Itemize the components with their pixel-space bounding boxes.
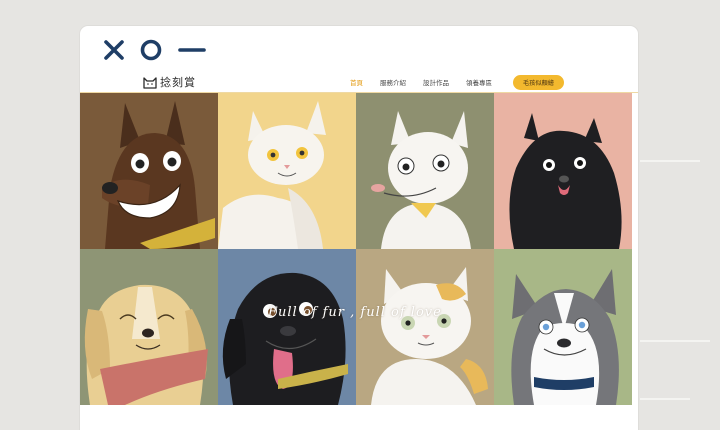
background-stroke (640, 160, 700, 162)
black-pomeranian-icon (494, 93, 632, 249)
browser-window: 捻刻賞 首頁 服務介紹 設計作品 領養專區 毛孩似顏繪 Full of fur … (80, 26, 638, 430)
hero-tagline: Full of fur , full of love (268, 305, 442, 320)
background-stroke (640, 340, 710, 342)
page-below-fold (80, 405, 638, 430)
hero-pet-grid: Full of fur , full of love (80, 93, 638, 405)
pet-tile-black-labrador (218, 249, 356, 405)
main-nav: 首頁 服務介紹 設計作品 領養專區 毛孩似顏繪 (350, 74, 564, 90)
nav-item-portfolio[interactable]: 設計作品 (423, 77, 449, 87)
pet-tile-smiling-cat (356, 93, 494, 249)
brand[interactable]: 捻刻賞 (142, 73, 196, 91)
background-stroke (640, 398, 690, 400)
portrait-order-button[interactable]: 毛孩似顏繪 (513, 74, 564, 90)
doberman-dog-icon (80, 93, 218, 249)
pet-tile-calico-cat (356, 249, 494, 405)
pet-tile-white-cat (218, 93, 356, 249)
nav-item-home[interactable]: 首頁 (350, 77, 363, 87)
nav-item-adoption[interactable]: 領養專區 (466, 77, 492, 87)
white-cat-smiling-icon (356, 93, 494, 249)
pet-tile-husky (494, 249, 632, 405)
cat-face-icon (143, 77, 157, 89)
white-cat-icon (218, 93, 356, 249)
black-labrador-icon (218, 249, 356, 405)
calico-cat-icon (356, 249, 494, 405)
xo-logo-icon[interactable] (102, 38, 212, 62)
husky-dog-icon (494, 249, 632, 405)
brand-name: 捻刻賞 (160, 76, 196, 89)
pet-tile-doberman (80, 93, 218, 249)
pet-tile-black-pomeranian (494, 93, 632, 249)
pet-tile-golden-retriever (80, 249, 218, 405)
nav-item-services[interactable]: 服務介紹 (380, 77, 406, 87)
golden-retriever-icon (80, 249, 218, 405)
